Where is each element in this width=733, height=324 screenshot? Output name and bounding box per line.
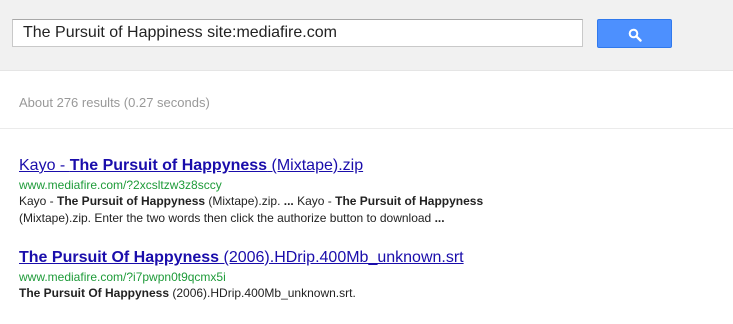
divider xyxy=(0,128,733,129)
result-url: www.mediafire.com/?2xcsltzw3z8sccy xyxy=(19,178,222,192)
result-snippet: The Pursuit Of Happyness (2006).HDrip.40… xyxy=(19,285,539,302)
search-icon xyxy=(628,28,642,42)
result-snippet: Kayo - The Pursuit of Happyness (Mixtape… xyxy=(19,193,539,227)
result-stats: About 276 results (0.27 seconds) xyxy=(19,95,210,110)
snippet-text: (Mixtape).zip. xyxy=(205,194,284,208)
snippet-ellipsis: ... xyxy=(434,211,445,225)
title-text: Kayo - xyxy=(19,157,70,174)
search-header xyxy=(0,0,733,71)
title-text: (Mixtape).zip xyxy=(267,157,364,174)
search-input[interactable] xyxy=(12,19,583,47)
result-title-link[interactable]: Kayo - The Pursuit of Happyness (Mixtape… xyxy=(19,156,539,175)
result-url: www.mediafire.com/?i7pwpn0t9qcmx5i xyxy=(19,270,226,284)
snippet-text: (Mixtape).zip. Enter the two words then … xyxy=(19,211,435,225)
result-title-link[interactable]: The Pursuit Of Happyness (2006).HDrip.40… xyxy=(19,248,539,267)
snippet-text: (2006).HDrip.400Mb_unknown.srt. xyxy=(169,286,356,300)
title-highlight: The Pursuit Of Happyness xyxy=(19,249,220,266)
title-highlight: The Pursuit of Happyness xyxy=(69,157,268,174)
search-button[interactable] xyxy=(597,19,672,48)
snippet-text: Kayo - xyxy=(19,194,58,208)
snippet-highlight: The Pursuit of Happyness xyxy=(57,194,206,208)
search-result: Kayo - The Pursuit of Happyness (Mixtape… xyxy=(19,156,539,227)
snippet-ellipsis: ... xyxy=(283,194,294,208)
snippet-highlight: The Pursuit of Happyness xyxy=(335,194,484,208)
snippet-highlight: The Pursuit Of Happyness xyxy=(19,286,170,300)
snippet-text: Kayo - xyxy=(293,194,336,208)
title-text: (2006).HDrip.400Mb_unknown.srt xyxy=(219,249,464,266)
search-result: The Pursuit Of Happyness (2006).HDrip.40… xyxy=(19,248,539,302)
